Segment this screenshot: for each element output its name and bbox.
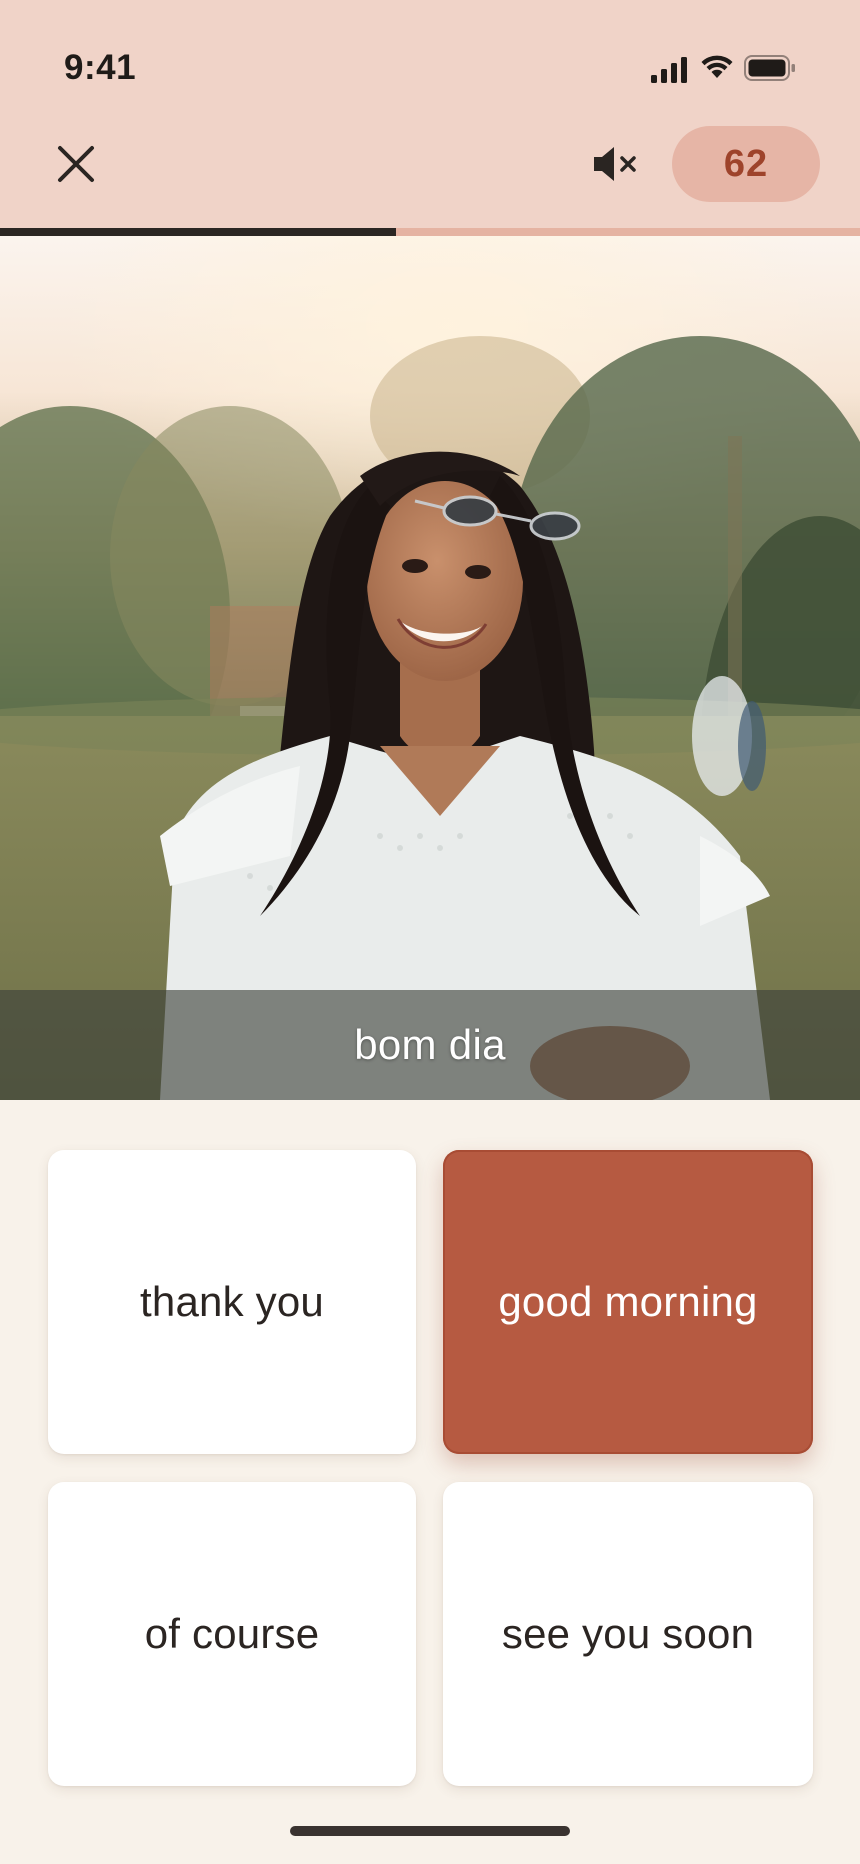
lesson-progress-bar: [0, 228, 860, 236]
home-indicator[interactable]: [290, 1826, 570, 1836]
wifi-icon: [701, 55, 733, 78]
lesson-progress-fill: [0, 228, 396, 236]
score-badge: 62: [672, 126, 820, 202]
cellular-signal-icon: [651, 57, 687, 83]
answer-option-see-you-soon[interactable]: see you soon: [443, 1482, 813, 1786]
answer-label: thank you: [140, 1278, 324, 1325]
mute-button[interactable]: [587, 138, 647, 190]
speaker-muted-icon: [594, 147, 636, 181]
score-value: 62: [723, 142, 769, 185]
answer-label: see you soon: [501, 1610, 755, 1657]
close-button[interactable]: [46, 134, 106, 194]
answer-option-thank-you[interactable]: thank you: [48, 1150, 416, 1454]
battery-icon: [744, 55, 795, 81]
answer-label: good morning: [498, 1278, 758, 1325]
prompt-photo: bom dia: [0, 236, 860, 1100]
prompt-caption-bar: bom dia: [0, 990, 860, 1100]
prompt-caption: bom dia: [354, 1021, 506, 1068]
answer-label: of course: [144, 1610, 320, 1657]
top-bar: 9:41 62: [0, 0, 860, 228]
answer-option-good-morning[interactable]: good morning: [443, 1150, 813, 1454]
woman-portrait-image: [0, 236, 860, 1100]
status-bar: 9:41: [0, 0, 860, 130]
close-icon: [58, 146, 94, 182]
answer-option-of-course[interactable]: of course: [48, 1482, 416, 1786]
status-time: 9:41: [64, 48, 137, 87]
